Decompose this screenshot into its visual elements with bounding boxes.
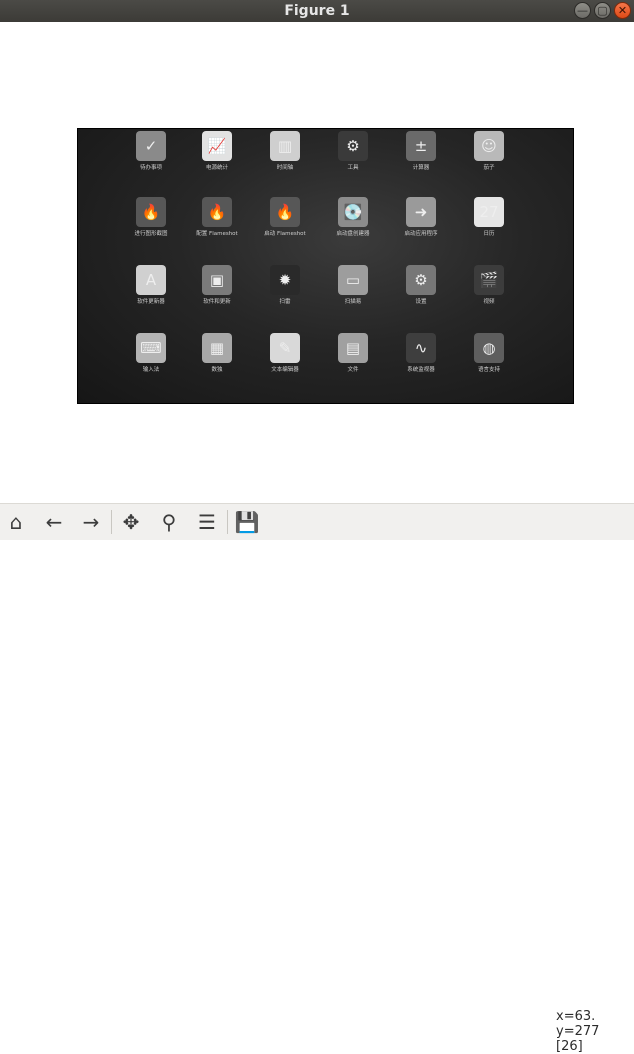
app-tile: A 软件更新器 — [116, 261, 186, 321]
back-arrow-icon[interactable]: ← — [40, 508, 68, 536]
app-label: 视频 — [483, 299, 495, 305]
flameshot-capture-icon: 🔥 — [136, 197, 166, 227]
sudoku-icon: ▦ — [202, 333, 232, 363]
zoom-magnifier-icon[interactable]: ⚲ — [155, 508, 183, 536]
toolbar-separator — [227, 510, 228, 534]
toolbar-separator — [111, 510, 112, 534]
app-tile: 🔥 配置 Flameshot — [182, 193, 252, 253]
pan-move-icon[interactable]: ✥ — [117, 508, 145, 536]
cheese-camera-icon: ☺ — [474, 131, 504, 161]
close-button[interactable]: ✕ — [614, 2, 631, 19]
app-tile: 🔥 启动 Flameshot — [250, 193, 320, 253]
checkbox-todo-icon: ✓ — [136, 131, 166, 161]
app-tile: 27 日历 — [454, 193, 524, 253]
mines-icon: ✹ — [270, 265, 300, 295]
calendar-icon: 27 — [474, 197, 504, 227]
settings-gear-icon: ⚙ — [406, 265, 436, 295]
flameshot-launch-icon: 🔥 — [270, 197, 300, 227]
app-label: 茄子 — [483, 165, 495, 171]
app-label: 语言支持 — [477, 367, 500, 373]
app-tile: ✎ 文本编辑器 — [250, 329, 320, 389]
keyboard-input-method-icon: ⌨ — [136, 333, 166, 363]
app-tile: 💽 启动盘创建器 — [318, 193, 388, 253]
startup-applications-icon: ➜ — [406, 197, 436, 227]
app-tile: ✓ 待办事项 — [116, 129, 186, 187]
timeline-icon: ▥ — [270, 131, 300, 161]
app-tile: ⌨ 输入法 — [116, 329, 186, 389]
startup-disk-creator-icon: 💽 — [338, 197, 368, 227]
app-tile: ☺ 茄子 — [454, 129, 524, 187]
app-tile: ⚙ 工具 — [318, 129, 388, 187]
minimize-button[interactable]: — — [574, 2, 591, 19]
window-title: Figure 1 — [284, 3, 350, 19]
app-tile: ◍ 语言支持 — [454, 329, 524, 389]
flameshot-config-icon: 🔥 — [202, 197, 232, 227]
system-monitor-icon: ∿ — [406, 333, 436, 363]
software-updater-icon: A — [136, 265, 166, 295]
app-tile: ▦ 数独 — [182, 329, 252, 389]
scanner-icon: ▭ — [338, 265, 368, 295]
window-titlebar[interactable]: Figure 1 — ▢ ✕ — [0, 0, 634, 22]
save-floppy-icon[interactable]: 💾 — [233, 508, 261, 536]
app-label: 日历 — [483, 231, 495, 237]
displayed-image[interactable]: ✓ 待办事项 📈 电源统计 ▥ 时间轴 ⚙ 工具 ± 计算器 ☺ 茄子 🔥 进行图形截图 🔥 配置 Flame… — [77, 128, 574, 404]
app-tile: ▣ 软件和更新 — [182, 261, 252, 321]
cursor-readout: x=63. y=277 [26] — [556, 1009, 634, 1054]
files-cabinet-icon: ▤ — [338, 333, 368, 363]
pixel-value: [26] — [556, 1039, 583, 1054]
home-icon[interactable]: ⌂ — [2, 508, 30, 536]
app-tile: ✹ 扫雷 — [250, 261, 320, 321]
navigation-toolbar: ⌂ ← → ✥ ⚲ ☰ 💾 x=63. y=277 [26] — [0, 503, 634, 1054]
app-tile: ± 计算器 — [386, 129, 456, 187]
subplots-config-icon[interactable]: ☰ — [193, 508, 221, 536]
cursor-coordinates: x=63. y=277 — [556, 1009, 600, 1039]
app-tile: 🎬 视频 — [454, 261, 524, 321]
app-tile: ▥ 时间轴 — [250, 129, 320, 187]
forward-arrow-icon[interactable]: → — [77, 508, 105, 536]
maximize-button[interactable]: ▢ — [594, 2, 611, 19]
text-editor-icon: ✎ — [270, 333, 300, 363]
tools-icon: ⚙ — [338, 131, 368, 161]
language-support-icon: ◍ — [474, 333, 504, 363]
app-tile: ➜ 启动应用程序 — [386, 193, 456, 253]
power-stats-chart-icon: 📈 — [202, 131, 232, 161]
app-tile: ∿ 系统监视器 — [386, 329, 456, 389]
software-and-updates-icon: ▣ — [202, 265, 232, 295]
app-tile: ▭ 扫描易 — [318, 261, 388, 321]
app-tile: 📈 电源统计 — [182, 129, 252, 187]
calculator-icon: ± — [406, 131, 436, 161]
app-tile: ⚙ 设置 — [386, 261, 456, 321]
video-clapper-icon: 🎬 — [474, 265, 504, 295]
app-tile: ▤ 文件 — [318, 329, 388, 389]
app-tile: 🔥 进行图形截图 — [116, 193, 186, 253]
figure-canvas[interactable]: ✓ 待办事项 📈 电源统计 ▥ 时间轴 ⚙ 工具 ± 计算器 ☺ 茄子 🔥 进行图形截图 🔥 配置 Flame… — [0, 22, 634, 503]
